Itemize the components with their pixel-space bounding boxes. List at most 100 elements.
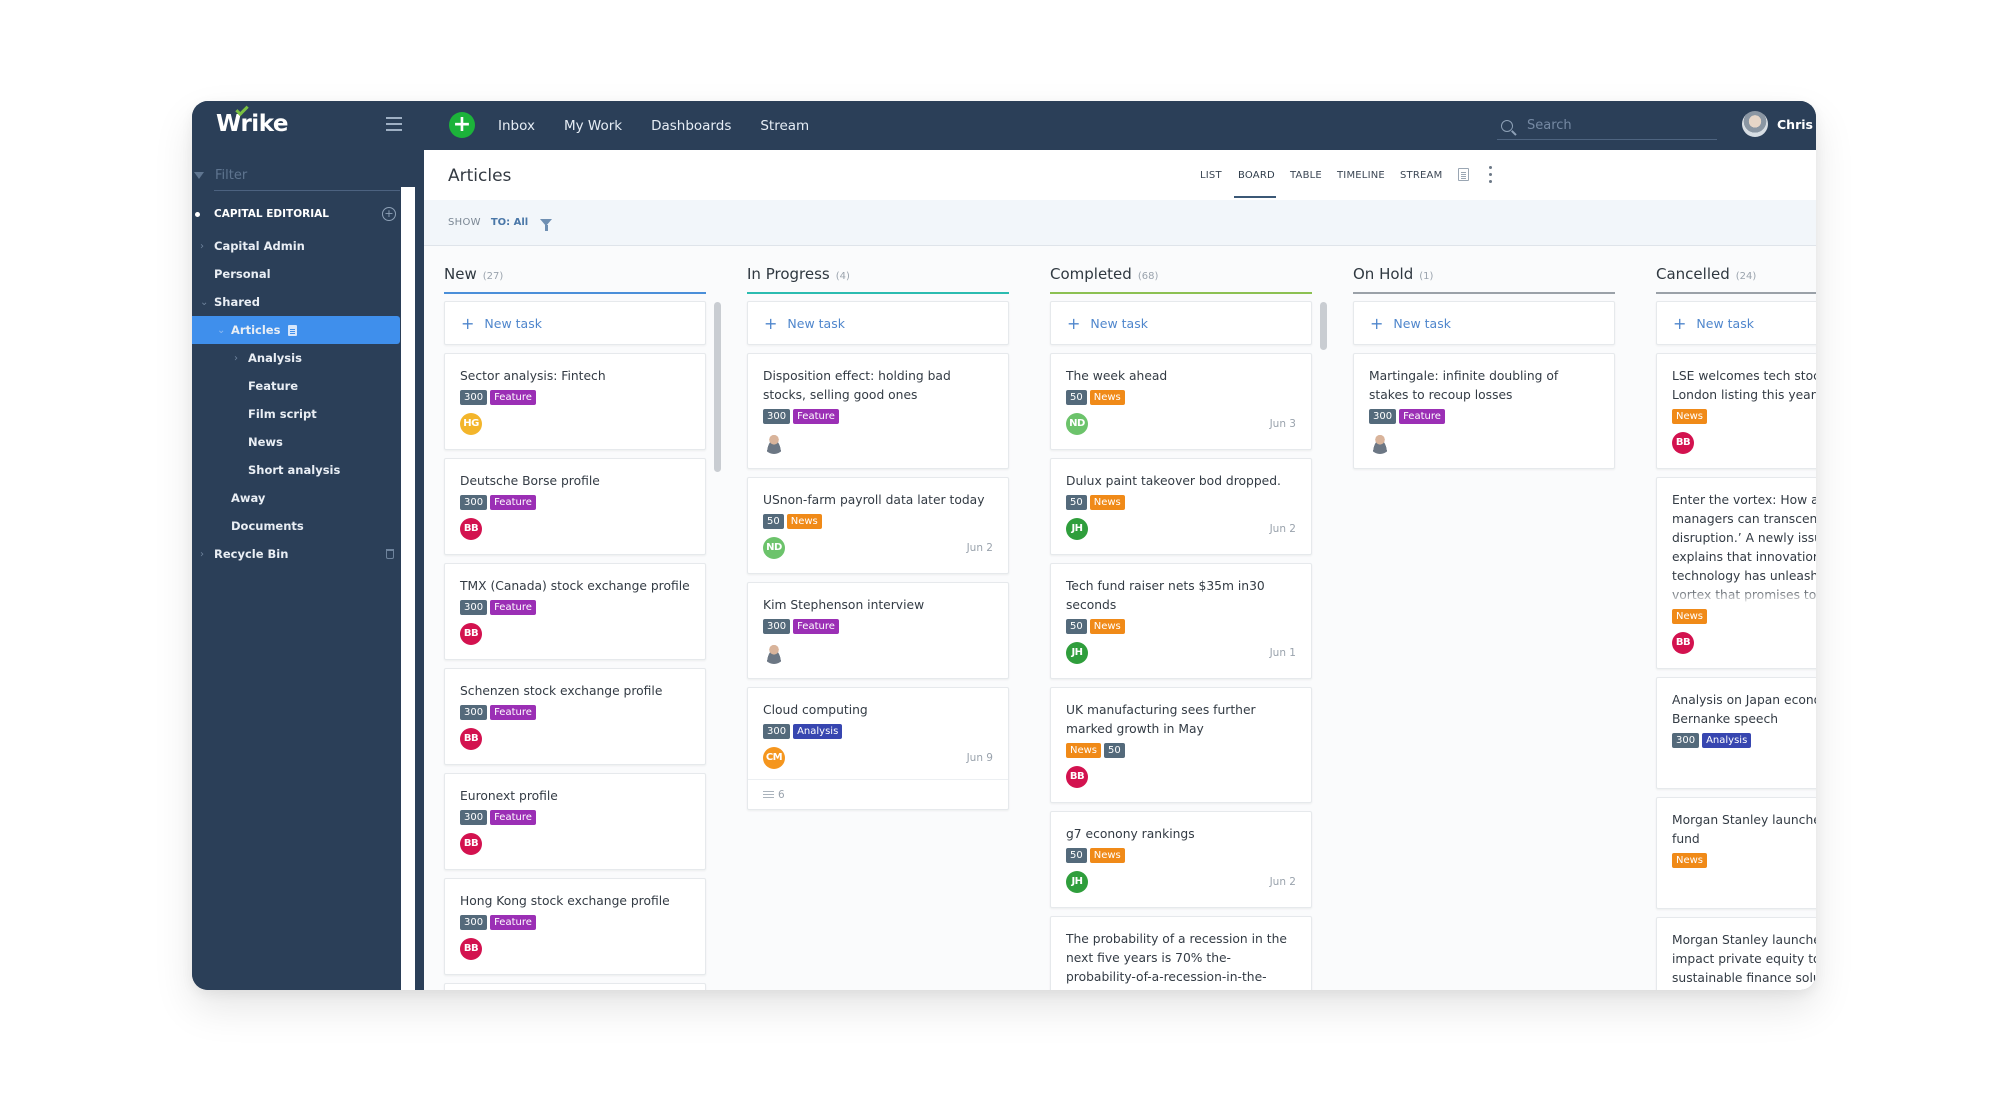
task-card[interactable]: Disposition effect: holding bad stocks, … — [747, 353, 1009, 469]
task-card[interactable]: The probability of a recession in the ne… — [1050, 916, 1312, 990]
nav-dashboards[interactable]: Dashboards — [651, 118, 731, 134]
chevron-down-icon[interactable]: ⌄ — [217, 325, 227, 336]
chevron-right-icon[interactable]: › — [234, 353, 244, 364]
assignee-avatar[interactable]: BB — [460, 518, 482, 540]
new-task-button[interactable]: + New task — [747, 301, 1009, 345]
task-card[interactable]: Hong Kong stock exchange profile 300 Featu… — [444, 878, 706, 975]
filter-funnel-icon[interactable] — [540, 219, 553, 231]
assignee-avatar[interactable] — [763, 432, 785, 454]
sidebar-item-film-script[interactable]: Film script — [192, 400, 400, 428]
column-header[interactable]: In Progress (4) — [747, 265, 1009, 287]
assignee-filter[interactable]: TO: All — [491, 217, 528, 228]
sidebar-item-documents[interactable]: Documents — [192, 512, 400, 540]
assignee-avatar[interactable] — [763, 642, 785, 664]
assignee-avatar[interactable]: JH — [1066, 871, 1088, 893]
nav-my-work[interactable]: My Work — [564, 118, 622, 134]
column-header[interactable]: New (27) — [444, 265, 706, 287]
search-input[interactable] — [1527, 118, 1707, 133]
task-card[interactable]: Tech fund raiser nets $35m in30 seconds 5… — [1050, 563, 1312, 679]
column-header[interactable]: Completed (68) — [1050, 265, 1312, 287]
assignee-avatar[interactable]: HG — [460, 413, 482, 435]
sidebar-item-news[interactable]: News — [192, 428, 400, 456]
assignee-avatar[interactable]: BB — [1672, 432, 1694, 454]
task-card[interactable]: Dulux paint takeover bod dropped. 50 News J… — [1050, 458, 1312, 555]
task-card[interactable]: Sector analysis: Fintech 300 Feature HG — [444, 353, 706, 450]
task-card[interactable]: Analysis on Japan economy kicks off Bern… — [1656, 677, 1816, 789]
assignee-avatar[interactable]: ND — [763, 537, 785, 559]
task-card[interactable]: The week ahead 50 News ND Jun 3 — [1050, 353, 1312, 450]
assignee-avatar[interactable]: ND — [1066, 413, 1088, 435]
assignee-avatar[interactable]: JH — [1066, 518, 1088, 540]
sidebar-item-recycle-bin[interactable]: › Recycle Bin — [192, 540, 400, 568]
task-card[interactable]: TMX (Canada) stock exchange profile 300 Fe… — [444, 563, 706, 660]
tab-timeline[interactable]: TIMELINE — [1337, 170, 1385, 181]
sidebar-item-personal[interactable]: Personal — [192, 260, 400, 288]
task-card[interactable]: Enter the vortex: How asset managers can… — [1656, 477, 1816, 669]
chevron-right-icon[interactable]: › — [200, 241, 210, 252]
task-card[interactable]: LSE welcomes tech stock as largest Londo… — [1656, 353, 1816, 469]
sidebar-item-feature[interactable]: Feature — [192, 372, 400, 400]
wrike-logo[interactable]: Wrike — [216, 102, 288, 137]
task-card[interactable]: Euronext profile 300 Feature BB — [444, 773, 706, 870]
task-card[interactable]: USnon-farm payroll data later today 50 New… — [747, 477, 1009, 574]
tab-list[interactable]: LIST — [1200, 170, 1222, 181]
more-options-icon[interactable] — [1489, 166, 1493, 187]
task-card[interactable]: UK manufacturing sees further marked gro… — [1050, 687, 1312, 803]
card-meta: BB — [460, 724, 690, 754]
assignee-avatar[interactable]: BB — [1672, 632, 1694, 654]
tag-list: 50 News — [763, 514, 993, 529]
sidebar-scrollbar[interactable] — [401, 187, 415, 990]
filter-input[interactable] — [215, 167, 395, 183]
space-header[interactable]: CAPITAL EDITORIAL + — [192, 202, 400, 226]
column-scrollbar[interactable] — [714, 302, 721, 472]
sidebar-item-articles[interactable]: ⌄ Articles — [192, 316, 400, 344]
sidebar-item-capital-admin[interactable]: › Capital Admin — [192, 232, 400, 260]
tab-table[interactable]: TABLE — [1290, 170, 1322, 181]
create-new-button[interactable]: + — [449, 112, 475, 138]
sidebar-item-analysis[interactable]: › Analysis — [192, 344, 400, 372]
hamburger-menu-icon[interactable] — [386, 117, 402, 131]
new-task-button[interactable]: + New task — [1656, 301, 1816, 345]
new-task-button[interactable]: + New task — [444, 301, 706, 345]
column-status-line — [747, 292, 1009, 294]
subtasks-count[interactable]: 6 — [748, 779, 1008, 809]
column-scrollbar[interactable] — [1320, 302, 1327, 350]
task-card[interactable]: g7 econony rankings 50 News JH Jun 2 — [1050, 811, 1312, 908]
document-view-icon[interactable] — [1458, 168, 1469, 181]
task-title: g7 econony rankings — [1066, 827, 1195, 841]
task-card[interactable]: Morgan Stanley launches global impact pr… — [1656, 917, 1816, 990]
task-card[interactable]: Morgan Stanley launches new PE fund News — [1656, 797, 1816, 909]
assignee-avatar[interactable]: BB — [460, 833, 482, 855]
task-card[interactable]: Cloud computing 300 Analysis CM Jun 9 6 — [747, 687, 1009, 810]
sidebar-item-shared[interactable]: ⌄ Shared — [192, 288, 400, 316]
task-card[interactable]: Kim Stephenson interview 300 Feature — [747, 582, 1009, 679]
task-card[interactable]: Schenzen stock exchange profile 300 Featur… — [444, 668, 706, 765]
column-header[interactable]: Cancelled (24) — [1656, 265, 1816, 287]
tab-board[interactable]: BOARD — [1238, 170, 1275, 181]
task-card[interactable] — [444, 983, 706, 990]
effort-badge: 300 — [460, 495, 488, 510]
new-task-label: New task — [1090, 315, 1148, 331]
assignee-avatar[interactable]: CM — [763, 747, 785, 769]
task-card[interactable]: Deutsche Borse profile 300 Feature BB — [444, 458, 706, 555]
assignee-avatar[interactable]: BB — [460, 623, 482, 645]
new-task-button[interactable]: + New task — [1050, 301, 1312, 345]
trash-icon[interactable] — [386, 549, 394, 559]
assignee-avatar[interactable] — [1369, 432, 1391, 454]
new-task-button[interactable]: + New task — [1353, 301, 1615, 345]
tab-stream[interactable]: STREAM — [1400, 170, 1442, 181]
add-folder-icon[interactable]: + — [382, 207, 396, 221]
sidebar-item-away[interactable]: Away — [192, 484, 400, 512]
nav-stream[interactable]: Stream — [760, 118, 809, 134]
task-card[interactable]: Martingale: infinite doubling of stakes … — [1353, 353, 1615, 469]
sidebar-item-short-analysis[interactable]: Short analysis — [192, 456, 400, 484]
chevron-right-icon[interactable]: › — [200, 549, 210, 560]
assignee-avatar[interactable]: BB — [460, 728, 482, 750]
assignee-avatar[interactable]: BB — [460, 938, 482, 960]
assignee-avatar[interactable]: BB — [1066, 766, 1088, 788]
user-menu[interactable]: Chris — [1742, 111, 1816, 137]
chevron-down-icon[interactable]: ⌄ — [200, 297, 210, 308]
column-header[interactable]: On Hold (1) — [1353, 265, 1615, 287]
nav-inbox[interactable]: Inbox — [498, 118, 535, 134]
assignee-avatar[interactable]: JH — [1066, 642, 1088, 664]
